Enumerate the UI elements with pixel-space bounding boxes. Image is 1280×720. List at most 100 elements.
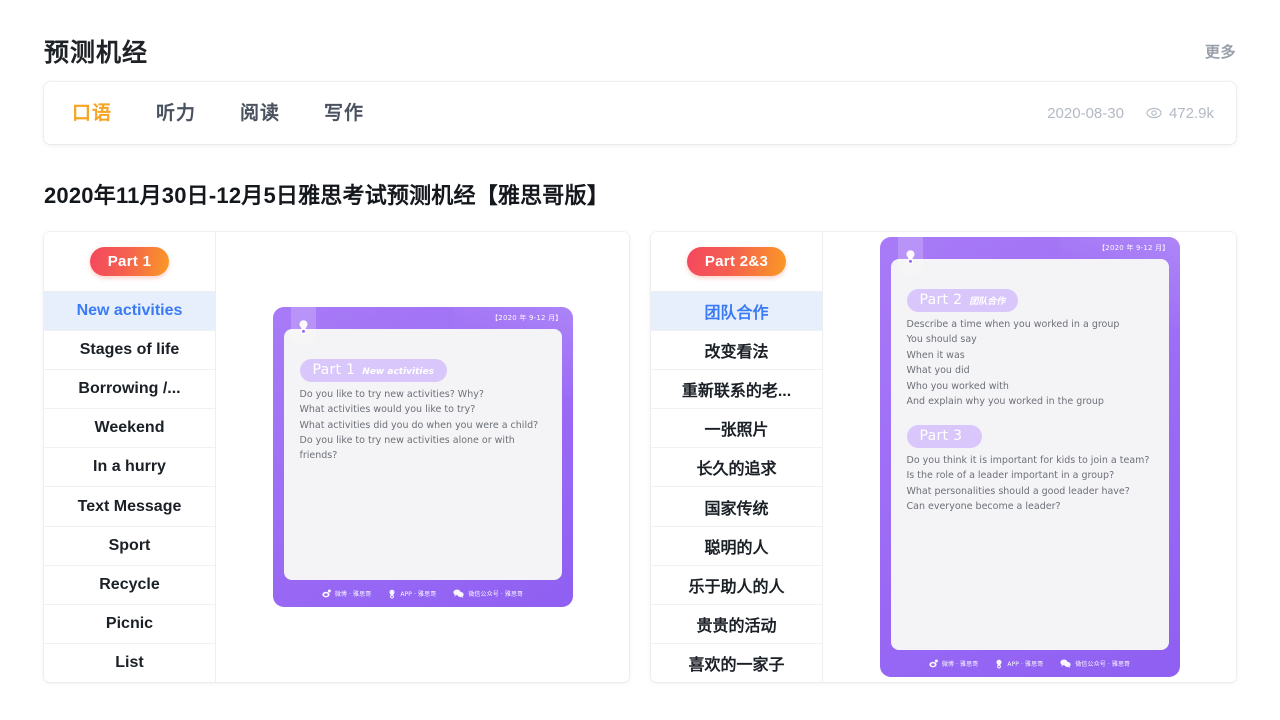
poster-section-badge: Part 2 团队合作	[907, 289, 1019, 312]
question-poster-part1[interactable]: 【2020 年 9-12 月】 Part 1 New activities Do…	[273, 307, 573, 607]
lightbulb-logo-glyph	[904, 249, 917, 266]
poster-top-bar: 【2020 年 9-12 月】	[273, 307, 573, 329]
poster-section-badge: Part 1 New activities	[300, 359, 447, 382]
tab-listening[interactable]: 听力	[156, 104, 196, 123]
footer-app: APP · 雅思哥	[388, 589, 436, 599]
topic-item[interactable]: Picnic	[44, 605, 215, 644]
poster-sheet: Part 1 New activities Do you like to try…	[284, 329, 562, 580]
poster-line: When it was	[907, 349, 1153, 363]
poster-section: Part 1 New activities Do you like to try…	[300, 359, 546, 463]
preview-pane-part1: 【2020 年 9-12 月】 Part 1 New activities Do…	[216, 232, 629, 682]
footer-weibo-label: 微博 · 雅思哥	[942, 659, 979, 668]
footer-weibo: 微博 · 雅思哥	[929, 659, 979, 668]
poster-line: What activities would you like to try?	[300, 403, 546, 417]
poster-section: Part 3 Do you think it is important for …	[907, 425, 1153, 515]
poster-section-lines: Do you like to try new activities? Why? …	[300, 388, 546, 463]
app-icon	[388, 589, 396, 599]
topic-item[interactable]: Recycle	[44, 566, 215, 605]
poster-section-lines: Do you think it is important for kids to…	[907, 454, 1153, 515]
topic-item[interactable]: Weekend	[44, 409, 215, 448]
topic-item[interactable]: Borrowing /...	[44, 370, 215, 409]
topic-item[interactable]: 喜欢的一家子	[651, 644, 822, 682]
poster-section-part: Part 2	[920, 292, 963, 308]
view-count-label: 472.9k	[1169, 105, 1214, 122]
topic-item[interactable]: Stages of life	[44, 331, 215, 370]
topic-list-part23: Part 2&3 团队合作 改变看法 重新联系的老... 一张照片 长久的追求 …	[651, 232, 823, 682]
preview-pane-part23: 【2020 年 9-12 月】 Part 2 团队合作 Describe a t…	[823, 232, 1236, 682]
footer-weibo-label: 微博 · 雅思哥	[335, 589, 372, 598]
topic-item[interactable]: New activities	[44, 292, 215, 331]
poster-line: Do you like to try new activities alone …	[300, 434, 546, 463]
article-meta: 2020-08-30 472.9k	[1047, 105, 1214, 122]
topic-item[interactable]: 改变看法	[651, 331, 822, 370]
poster-section: Part 2 团队合作 Describe a time when you wor…	[907, 289, 1153, 410]
poster-section-part: Part 1	[313, 362, 356, 378]
group-part23: Part 2&3 团队合作 改变看法 重新联系的老... 一张照片 长久的追求 …	[651, 232, 1236, 682]
footer-app-label: APP · 雅思哥	[400, 589, 436, 598]
part1-badge-row: Part 1	[44, 232, 215, 292]
lightbulb-logo-glyph	[297, 319, 310, 336]
topic-item[interactable]: 贵贵的活动	[651, 605, 822, 644]
weibo-icon	[929, 659, 938, 668]
tab-speaking[interactable]: 口语	[72, 104, 112, 123]
page-header: 预测机经 更多	[44, 0, 1236, 82]
eye-icon	[1146, 105, 1162, 121]
poster-section-part: Part 3	[920, 428, 963, 444]
part1-badge: Part 1	[90, 247, 170, 276]
footer-app: APP · 雅思哥	[995, 659, 1043, 669]
wechat-icon	[453, 589, 464, 598]
poster-sheet: Part 2 团队合作 Describe a time when you wor…	[891, 259, 1169, 650]
weibo-icon	[322, 589, 331, 598]
poster-line: Who you worked with	[907, 380, 1153, 394]
view-count: 472.9k	[1146, 105, 1214, 122]
poster-line: What activities did you do when you were…	[300, 419, 546, 433]
poster-line: Describe a time when you worked in a gro…	[907, 318, 1153, 332]
page-title: 预测机经	[44, 33, 148, 69]
poster-line: You should say	[907, 333, 1153, 347]
topic-item[interactable]: 团队合作	[651, 292, 822, 331]
group-part1: Part 1 New activities Stages of life Bor…	[44, 232, 629, 682]
poster-footer: 微博 · 雅思哥 APP · 雅思哥	[273, 580, 573, 607]
topic-item[interactable]: 重新联系的老...	[651, 370, 822, 409]
footer-app-label: APP · 雅思哥	[1007, 659, 1043, 668]
poster-date-badge: 【2020 年 9-12 月】	[1098, 243, 1169, 253]
part23-badge-row: Part 2&3	[651, 232, 822, 292]
footer-wechat: 微信公众号 · 雅思哥	[1060, 659, 1130, 668]
tab-list: 口语 听力 阅读 写作	[72, 104, 364, 123]
tab-reading[interactable]: 阅读	[240, 104, 280, 123]
footer-wechat: 微信公众号 · 雅思哥	[453, 589, 523, 598]
wechat-icon	[1060, 659, 1071, 668]
footer-wechat-label: 微信公众号 · 雅思哥	[1075, 659, 1130, 668]
content-columns: Part 1 New activities Stages of life Bor…	[44, 232, 1236, 682]
topic-item[interactable]: 聪明的人	[651, 527, 822, 566]
poster-section-badge: Part 3	[907, 425, 983, 448]
topic-item[interactable]: 长久的追求	[651, 448, 822, 487]
poster-section-lines: Describe a time when you worked in a gro…	[907, 318, 1153, 410]
lightbulb-logo-icon	[291, 307, 316, 345]
topic-item[interactable]: 一张照片	[651, 409, 822, 448]
poster-date-badge: 【2020 年 9-12 月】	[491, 313, 562, 323]
article-title: 2020年11月30日-12月5日雅思考试预测机经【雅思哥版】	[44, 178, 1236, 210]
topic-item[interactable]: 乐于助人的人	[651, 566, 822, 605]
poster-section-topic: 团队合作	[969, 294, 1005, 307]
tab-writing[interactable]: 写作	[324, 104, 364, 123]
question-poster-part23[interactable]: 【2020 年 9-12 月】 Part 2 团队合作 Describe a t…	[880, 237, 1180, 677]
topic-item[interactable]: Sport	[44, 527, 215, 566]
lightbulb-logo-icon	[898, 237, 923, 275]
topic-item[interactable]: Text Message	[44, 487, 215, 526]
poster-top-bar: 【2020 年 9-12 月】	[880, 237, 1180, 259]
topic-item[interactable]: In a hurry	[44, 448, 215, 487]
publish-date: 2020-08-30	[1047, 105, 1124, 122]
poster-line: Do you like to try new activities? Why?	[300, 388, 546, 402]
category-tab-bar: 口语 听力 阅读 写作 2020-08-30 472.9k	[44, 82, 1236, 144]
poster-line: Is the role of a leader important in a g…	[907, 469, 1153, 483]
more-link[interactable]: 更多	[1205, 41, 1236, 62]
topic-item[interactable]: List	[44, 644, 215, 682]
poster-line: Do you think it is important for kids to…	[907, 454, 1153, 468]
part23-badge: Part 2&3	[687, 247, 786, 276]
poster-footer: 微博 · 雅思哥 APP · 雅思哥	[880, 650, 1180, 677]
poster-line: What you did	[907, 364, 1153, 378]
footer-wechat-label: 微信公众号 · 雅思哥	[468, 589, 523, 598]
topic-item[interactable]: 国家传统	[651, 487, 822, 526]
app-icon	[995, 659, 1003, 669]
